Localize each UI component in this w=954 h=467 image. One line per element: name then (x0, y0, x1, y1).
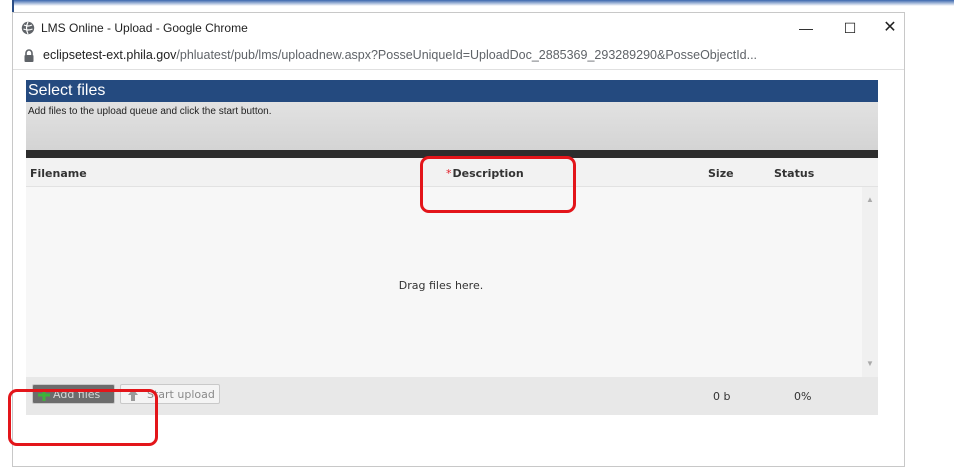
add-files-label: Add files (53, 388, 101, 401)
window-titlebar[interactable]: LMS Online - Upload - Google Chrome — ☐ … (13, 13, 904, 43)
globe-icon (21, 21, 35, 35)
file-list-scrollbar[interactable]: ▲ ▼ (862, 187, 878, 377)
scroll-up-icon[interactable]: ▲ (866, 195, 874, 204)
drop-zone[interactable]: Drag files here. ▲ ▼ (26, 187, 878, 377)
url-path: /phluatest/pub/lms/uploadnew.aspx?PosseU… (176, 48, 758, 62)
required-marker: * (446, 167, 452, 180)
uploader-title: Select files (28, 82, 106, 99)
column-description: *Description (446, 167, 524, 180)
address-bar[interactable]: eclipsetest-ext.phila.gov/phluatest/pub/… (13, 43, 904, 70)
outer-frame-top (0, 0, 954, 6)
plus-icon (38, 389, 50, 401)
total-percent: 0% (794, 390, 812, 403)
uploader-title-bar: Select files (26, 80, 878, 102)
minimize-button[interactable]: — (791, 17, 821, 39)
column-filename: Filename (30, 167, 87, 180)
header-divider (26, 150, 878, 158)
file-uploader: Select files Add files to the upload que… (26, 80, 878, 415)
file-list-header: Filename *Description Size Status (26, 158, 878, 187)
column-description-label: Description (452, 167, 524, 180)
add-files-button[interactable]: Add files (32, 384, 115, 404)
page-url[interactable]: eclipsetest-ext.phila.gov/phluatest/pub/… (43, 48, 757, 62)
uploader-footer: Add files Start upload 0 b 0% (26, 377, 878, 415)
close-button[interactable]: ✕ (875, 17, 905, 39)
column-status: Status (774, 167, 815, 180)
start-upload-label: Start upload (147, 388, 215, 401)
lock-icon (24, 49, 34, 62)
window-title: LMS Online - Upload - Google Chrome (41, 21, 248, 35)
start-upload-button[interactable]: Start upload (120, 384, 220, 404)
total-size: 0 b (713, 390, 731, 403)
uploader-header: Select files Add files to the upload que… (26, 80, 878, 150)
uploader-instructions: Add files to the upload queue and click … (28, 106, 272, 117)
scroll-down-icon[interactable]: ▼ (866, 359, 874, 368)
maximize-button[interactable]: ☐ (835, 17, 865, 39)
drop-message: Drag files here. (398, 279, 484, 292)
upload-arrow-icon (128, 389, 138, 401)
url-host: eclipsetest-ext.phila.gov (43, 48, 177, 62)
column-size: Size (708, 167, 734, 180)
